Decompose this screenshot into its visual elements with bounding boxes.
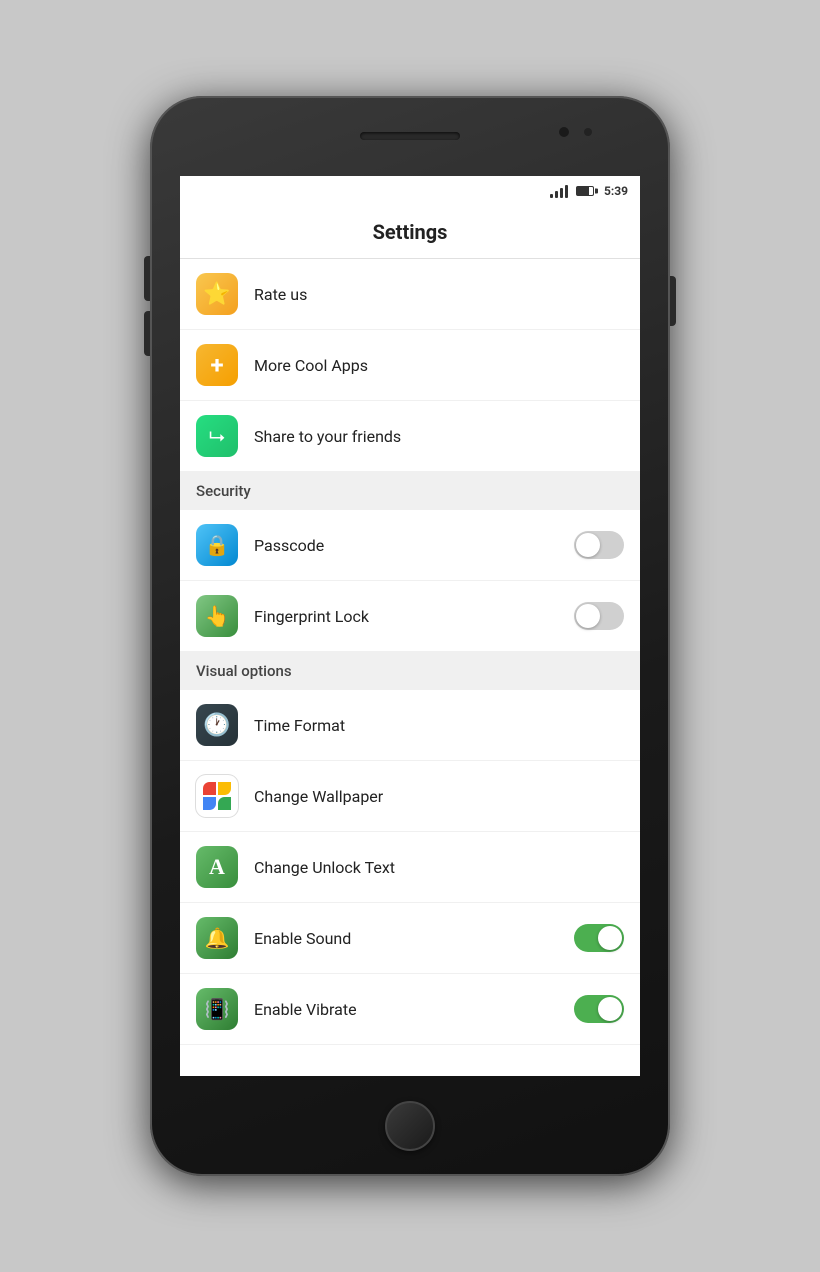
star-icon: ⭐ — [196, 273, 238, 315]
share-label: Share to your friends — [254, 427, 624, 446]
speaker-grille — [360, 132, 460, 140]
text-icon: A — [196, 846, 238, 888]
wallpaper-label: Change Wallpaper — [254, 787, 624, 806]
time-format-label: Time Format — [254, 716, 624, 735]
settings-item-vibrate[interactable]: 📳 Enable Vibrate — [180, 974, 640, 1045]
fingerprint-toggle[interactable] — [574, 602, 624, 630]
more-cool-apps-label: More Cool Apps — [254, 356, 624, 375]
signal-icon — [550, 184, 568, 198]
clock-icon: 🕐 — [196, 704, 238, 746]
phone-bottom — [150, 1076, 670, 1176]
status-bar: 5:39 — [180, 176, 640, 206]
sound-icon: 🔔 — [196, 917, 238, 959]
fingerprint-toggle-knob — [576, 604, 600, 628]
fingerprint-label: Fingerprint Lock — [254, 607, 574, 626]
wallpaper-icon — [196, 775, 238, 817]
vibrate-label: Enable Vibrate — [254, 1000, 574, 1019]
passcode-label: Passcode — [254, 536, 574, 555]
security-section-header: Security — [180, 472, 640, 510]
settings-item-sound[interactable]: 🔔 Enable Sound — [180, 903, 640, 974]
signal-bar-4 — [565, 185, 568, 198]
plus-icon: + — [196, 344, 238, 386]
status-time: 5:39 — [604, 184, 628, 198]
unlock-text-label: Change Unlock Text — [254, 858, 624, 877]
visual-section-header: Visual options — [180, 652, 640, 690]
passcode-toggle[interactable] — [574, 531, 624, 559]
vibrate-icon: 📳 — [196, 988, 238, 1030]
settings-list: ⭐ Rate us + More Cool Apps ⮡ Share to yo… — [180, 259, 640, 1076]
settings-item-wallpaper[interactable]: Change Wallpaper — [180, 761, 640, 832]
phone-top — [150, 96, 670, 176]
home-button[interactable] — [385, 1101, 435, 1151]
page-title: Settings — [196, 220, 624, 244]
settings-item-fingerprint[interactable]: 👆 Fingerprint Lock — [180, 581, 640, 652]
sound-toggle-knob — [598, 926, 622, 950]
settings-item-share[interactable]: ⮡ Share to your friends — [180, 401, 640, 472]
settings-item-more-cool-apps[interactable]: + More Cool Apps — [180, 330, 640, 401]
vibrate-toggle-knob — [598, 997, 622, 1021]
passcode-icon: 🔒 — [196, 524, 238, 566]
sound-toggle[interactable] — [574, 924, 624, 952]
signal-bar-3 — [560, 188, 563, 198]
settings-item-time-format[interactable]: 🕐 Time Format — [180, 690, 640, 761]
vibrate-toggle[interactable] — [574, 995, 624, 1023]
volume-down-button[interactable] — [144, 311, 150, 356]
settings-item-passcode[interactable]: 🔒 Passcode — [180, 510, 640, 581]
rate-us-label: Rate us — [254, 285, 624, 304]
share-icon: ⮡ — [196, 415, 238, 457]
sound-label: Enable Sound — [254, 929, 574, 948]
sensor — [584, 128, 592, 136]
signal-bar-2 — [555, 191, 558, 198]
battery-fill — [577, 187, 589, 195]
front-camera — [558, 126, 570, 138]
signal-bar-1 — [550, 194, 553, 198]
app-header: Settings — [180, 206, 640, 259]
phone-device: 5:39 Settings ⭐ Rate us + More Cool Apps — [150, 96, 670, 1176]
power-button[interactable] — [670, 276, 676, 326]
settings-item-unlock-text[interactable]: A Change Unlock Text — [180, 832, 640, 903]
volume-up-button[interactable] — [144, 256, 150, 301]
fingerprint-icon: 👆 — [196, 595, 238, 637]
phone-screen: 5:39 Settings ⭐ Rate us + More Cool Apps — [180, 176, 640, 1076]
battery-icon — [576, 186, 594, 196]
passcode-toggle-knob — [576, 533, 600, 557]
settings-item-rate-us[interactable]: ⭐ Rate us — [180, 259, 640, 330]
